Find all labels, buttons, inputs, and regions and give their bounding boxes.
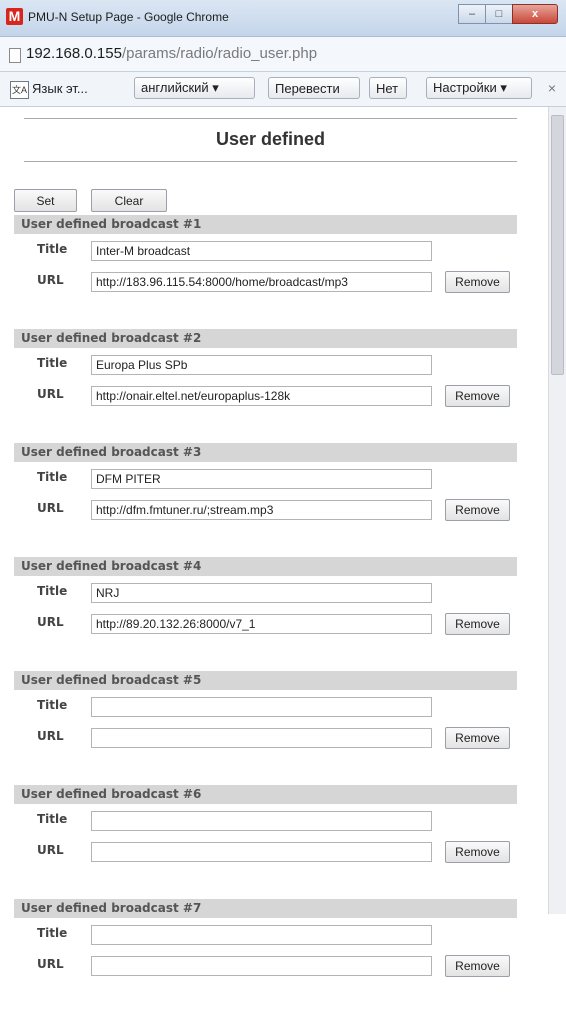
- broadcast-section: User defined broadcast #5 Title URL Remove: [14, 671, 517, 785]
- no-button[interactable]: Нет: [369, 77, 407, 99]
- title-input[interactable]: [91, 697, 432, 717]
- remove-button[interactable]: Remove: [445, 955, 510, 977]
- translate-icon: 文A: [10, 81, 29, 99]
- translate-button[interactable]: Перевести: [268, 77, 360, 99]
- broadcast-header: User defined broadcast #2: [14, 329, 517, 348]
- title-input[interactable]: [91, 811, 432, 831]
- translate-language-label: Язык эт...: [32, 81, 88, 96]
- url-input[interactable]: [91, 500, 432, 520]
- close-window-button[interactable]: x: [512, 4, 558, 24]
- url-input[interactable]: [91, 386, 432, 406]
- broadcast-header: User defined broadcast #1: [14, 215, 517, 234]
- url-input[interactable]: [91, 842, 432, 862]
- broadcast-header: User defined broadcast #4: [14, 557, 517, 576]
- window-title: PMU-N Setup Page - Google Chrome: [28, 10, 229, 24]
- remove-button[interactable]: Remove: [445, 271, 510, 293]
- remove-button[interactable]: Remove: [445, 385, 510, 407]
- url-label: URL: [37, 615, 64, 629]
- url-host: 192.168.0.155: [26, 45, 122, 62]
- title-label: Title: [37, 812, 68, 826]
- url-label: URL: [37, 273, 64, 287]
- url-label: URL: [37, 957, 64, 971]
- broadcast-header: User defined broadcast #7: [14, 899, 517, 918]
- page-title: User defined: [215, 129, 326, 149]
- url-label: URL: [37, 501, 64, 515]
- title-label: Title: [37, 356, 68, 370]
- title-label: Title: [37, 470, 68, 484]
- address-bar[interactable]: 192.168.0.155/params/radio/radio_user.ph…: [0, 37, 566, 72]
- url-path: /params/radio/radio_user.php: [121, 45, 318, 62]
- title-input[interactable]: [91, 469, 432, 489]
- remove-button[interactable]: Remove: [445, 841, 510, 863]
- broadcast-section: User defined broadcast #6 Title URL Remove: [14, 785, 517, 899]
- title-input[interactable]: [91, 355, 432, 375]
- vertical-scrollbar[interactable]: [548, 107, 566, 914]
- title-label: Title: [37, 926, 68, 940]
- title-input[interactable]: [91, 925, 432, 945]
- broadcast-section: User defined broadcast #1 Title URL Remove: [14, 215, 517, 329]
- broadcast-header: User defined broadcast #6: [14, 785, 517, 804]
- remove-button[interactable]: Remove: [445, 499, 510, 521]
- window-controls: – □ x: [458, 4, 558, 24]
- url-label: URL: [37, 387, 64, 401]
- set-button[interactable]: Set: [14, 189, 77, 212]
- maximize-button[interactable]: □: [485, 4, 513, 24]
- remove-button[interactable]: Remove: [445, 613, 510, 635]
- page-icon: [9, 48, 21, 63]
- url-input[interactable]: [91, 272, 432, 292]
- title-label: Title: [37, 584, 68, 598]
- title-input[interactable]: [91, 583, 432, 603]
- url-input[interactable]: [91, 956, 432, 976]
- action-bar: Set Clear: [14, 189, 517, 215]
- close-translate-bar-icon[interactable]: ×: [548, 80, 556, 96]
- translate-bar: 文A Язык эт... английский ▾ Перевести Нет…: [0, 72, 566, 107]
- minimize-button[interactable]: –: [458, 4, 486, 24]
- broadcast-list: User defined broadcast #1TitleURLRemoveU…: [14, 215, 517, 1013]
- broadcast-section: User defined broadcast #2 Title URL Remove: [14, 329, 517, 443]
- url-input[interactable]: [91, 614, 432, 634]
- broadcast-section: User defined broadcast #3 Title URL Remove: [14, 443, 517, 557]
- broadcast-section: User defined broadcast #7 Title URL Remove: [14, 899, 517, 1013]
- url-input[interactable]: [91, 728, 432, 748]
- broadcast-section: User defined broadcast #4 Title URL Remove: [14, 557, 517, 671]
- title-label: Title: [37, 698, 68, 712]
- settings-button[interactable]: Настройки ▾: [426, 77, 532, 99]
- url-text[interactable]: 192.168.0.155/params/radio/radio_user.ph…: [26, 45, 317, 62]
- title-input[interactable]: [91, 241, 432, 261]
- broadcast-header: User defined broadcast #5: [14, 671, 517, 690]
- language-select[interactable]: английский ▾: [134, 77, 255, 99]
- remove-button[interactable]: Remove: [445, 727, 510, 749]
- clear-button[interactable]: Clear: [91, 189, 167, 212]
- title-label: Title: [37, 242, 68, 256]
- divider: [24, 161, 517, 162]
- window-titlebar: M PMU-N Setup Page - Google Chrome – □ x: [0, 0, 566, 37]
- page-content: User defined Set Clear User defined broa…: [14, 107, 517, 1013]
- app-logo-icon: M: [6, 8, 23, 25]
- url-label: URL: [37, 729, 64, 743]
- broadcast-header: User defined broadcast #3: [14, 443, 517, 462]
- url-label: URL: [37, 843, 64, 857]
- scroll-thumb[interactable]: [551, 115, 564, 375]
